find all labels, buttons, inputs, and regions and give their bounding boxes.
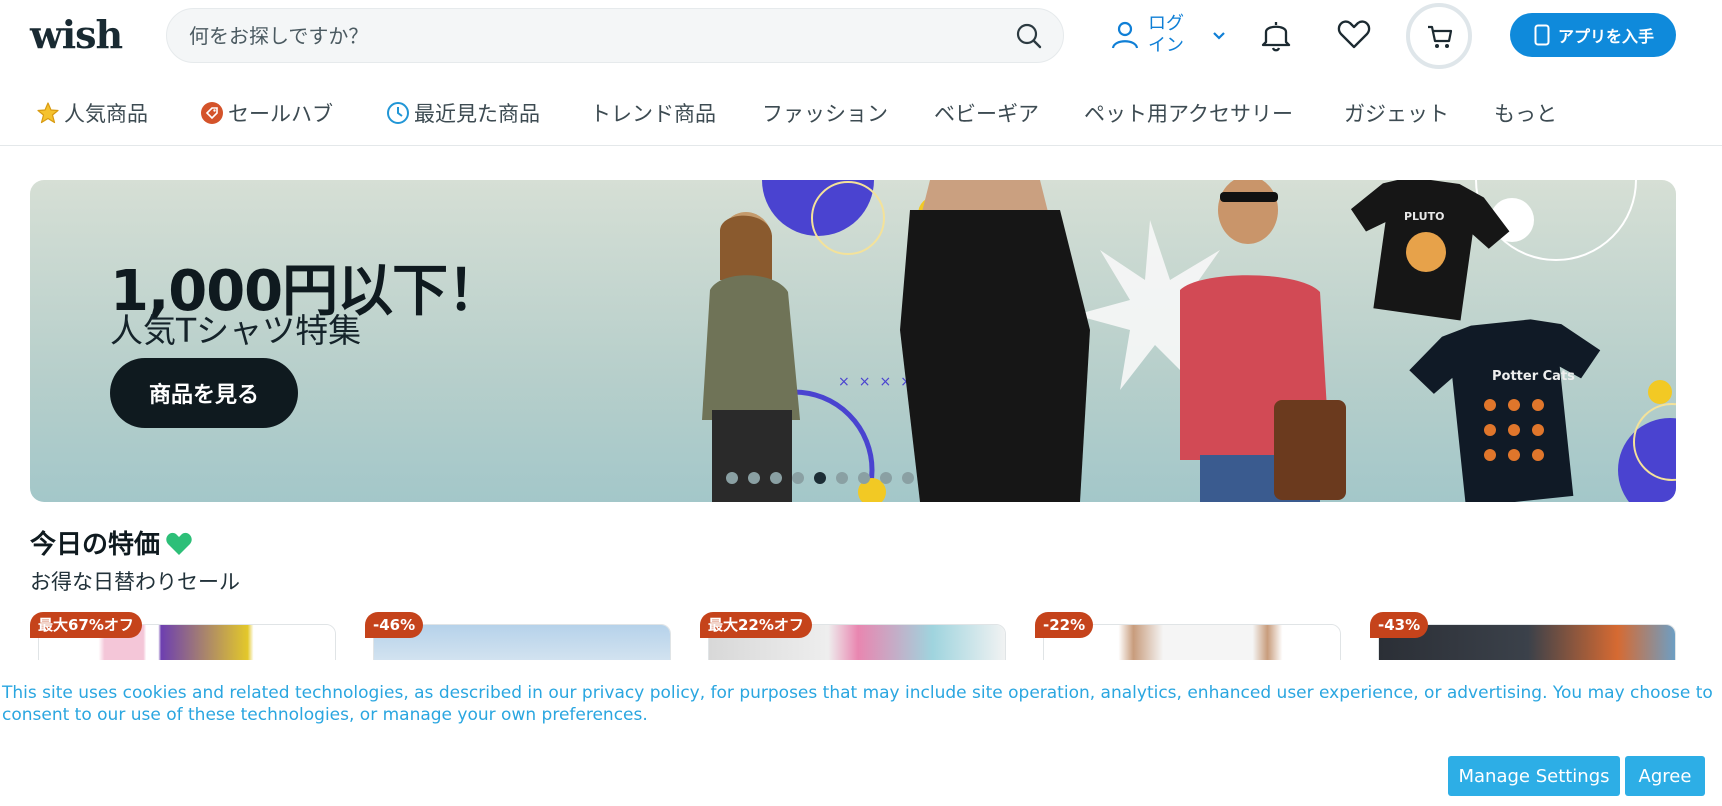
- cookie-text: This site uses cookies and related techn…: [2, 683, 1713, 725]
- carousel-dot[interactable]: [792, 472, 804, 484]
- wish-logo[interactable]: wish: [30, 12, 123, 57]
- header: wish ログイン アプリを入: [0, 0, 1722, 72]
- shop-now-button[interactable]: 商品を見る: [110, 358, 298, 428]
- agree-button[interactable]: Agree: [1625, 756, 1705, 796]
- cookie-consent-bar: This site uses cookies and related techn…: [0, 660, 1722, 806]
- phone-icon: [1534, 24, 1550, 46]
- nav-item-sale-hub[interactable]: セールハブ: [200, 98, 333, 128]
- user-icon: [1111, 21, 1139, 49]
- search-input[interactable]: [189, 9, 979, 62]
- bell-icon[interactable]: [1256, 14, 1296, 54]
- manage-settings-button[interactable]: Manage Settings: [1448, 756, 1620, 796]
- login-button[interactable]: ログイン: [1110, 12, 1230, 58]
- heart-icon[interactable]: [1334, 14, 1374, 54]
- carousel-dot[interactable]: [836, 472, 848, 484]
- nav-item-fashion[interactable]: ファッション: [762, 98, 888, 128]
- nav-label: ファッション: [762, 102, 888, 126]
- cart-icon: [1428, 25, 1453, 48]
- tshirt-2-text: Potter Cats: [1492, 369, 1575, 384]
- carousel-dot[interactable]: [814, 472, 826, 484]
- clock-icon: [387, 102, 409, 124]
- nav-item-more[interactable]: もっと: [1494, 98, 1557, 128]
- discount-badge: -43%: [1370, 612, 1429, 638]
- carousel-dot[interactable]: [902, 472, 914, 484]
- discount-badge: 最大22%オフ: [700, 612, 812, 638]
- nav-item-baby-gear[interactable]: ベビーギア: [934, 98, 1039, 128]
- chevron-down-icon: [1213, 32, 1225, 40]
- carousel-dot[interactable]: [880, 472, 892, 484]
- category-nav: 人気商品 セールハブ 最近見た商品 トレンド商品 ファッション ベビーギア ペッ…: [0, 86, 1722, 146]
- tshirt-1-text: PLUTO: [1404, 210, 1444, 223]
- deals-title-text: 今日の特価: [30, 530, 161, 560]
- search-icon[interactable]: [1015, 22, 1043, 50]
- promo-banner[interactable]: ××××× PLUTO Potter Cats 1,000円以下！ 人気Tシャツ…: [30, 180, 1676, 502]
- carousel-dot[interactable]: [858, 472, 870, 484]
- star-icon: [37, 102, 59, 124]
- nav-item-pet-accessories[interactable]: ペット用アクセサリー: [1084, 98, 1293, 128]
- nav-item-gadgets[interactable]: ガジェット: [1344, 98, 1449, 128]
- cart-button[interactable]: [1406, 3, 1472, 69]
- nav-label: トレンド商品: [590, 102, 716, 126]
- nav-item-trending[interactable]: トレンド商品: [590, 98, 716, 128]
- search-bar[interactable]: [166, 8, 1064, 63]
- discount-badge: -46%: [365, 612, 424, 638]
- discount-badge: -22%: [1035, 612, 1094, 638]
- nav-label: ペット用アクセサリー: [1084, 102, 1293, 126]
- green-heart-icon: [166, 532, 192, 555]
- deals-subtitle: お得な日替わりセール: [30, 570, 240, 594]
- nav-label: 人気商品: [64, 102, 148, 126]
- carousel-dot[interactable]: [748, 472, 760, 484]
- carousel-dot[interactable]: [770, 472, 782, 484]
- deals-title: 今日の特価: [30, 524, 194, 561]
- nav-label: ベビーギア: [934, 102, 1039, 126]
- carousel-dot[interactable]: [726, 472, 738, 484]
- tag-icon: [201, 102, 223, 124]
- nav-item-recently-viewed[interactable]: 最近見た商品: [386, 98, 540, 128]
- get-app-button[interactable]: アプリを入手: [1510, 13, 1676, 57]
- login-label: ログイン: [1148, 13, 1184, 56]
- banner-subtitle: 人気Tシャツ特集: [110, 311, 362, 350]
- nav-label: もっと: [1494, 102, 1557, 126]
- get-app-label: アプリを入手: [1558, 27, 1655, 46]
- nav-label: ガジェット: [1344, 102, 1449, 126]
- discount-badge: 最大67%オフ: [30, 612, 142, 638]
- nav-item-popular[interactable]: 人気商品: [36, 98, 148, 128]
- nav-label: 最近見た商品: [414, 102, 540, 126]
- nav-label: セールハブ: [228, 102, 333, 126]
